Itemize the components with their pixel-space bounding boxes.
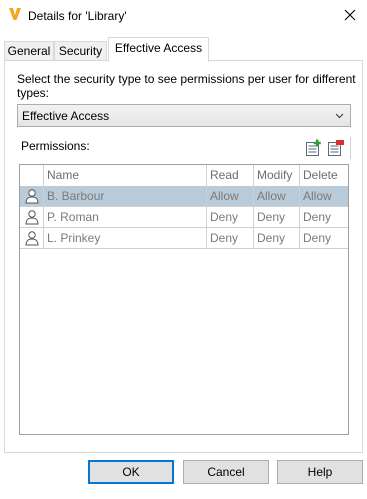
table-header: Name Read Modify Delete xyxy=(20,165,348,186)
tab-label: Security xyxy=(58,44,103,58)
remove-permission-icon[interactable] xyxy=(327,139,345,157)
delete-permission: Deny xyxy=(303,231,332,245)
modify-permission: Allow xyxy=(254,186,300,207)
row-icon-cell xyxy=(20,186,44,207)
table-row[interactable]: P. Roman Deny Deny Deny xyxy=(20,207,348,228)
column-header-read[interactable]: Read xyxy=(207,165,254,186)
user-icon xyxy=(25,189,39,204)
window-title: Details for 'Library' xyxy=(28,9,127,23)
close-icon xyxy=(344,9,356,21)
permissions-table: Name Read Modify Delete B. Barbour Allow… xyxy=(19,164,349,435)
user-icon xyxy=(25,210,39,225)
header-icon-column xyxy=(20,165,44,186)
user-name: L. Prinkey xyxy=(44,228,207,249)
tab-security[interactable]: Security xyxy=(54,41,107,62)
security-type-dropdown[interactable]: Effective Access xyxy=(17,104,351,127)
column-header-name[interactable]: Name xyxy=(44,165,207,186)
permissions-label: Permissions: xyxy=(21,139,90,153)
table-row[interactable]: L. Prinkey Deny Deny Deny xyxy=(20,228,348,249)
toolbar-divider xyxy=(350,137,351,159)
vault-v-icon xyxy=(9,8,21,20)
chevron-down-icon xyxy=(335,113,344,119)
help-button[interactable]: Help xyxy=(277,460,363,484)
user-name: P. Roman xyxy=(44,207,207,228)
read-permission: Deny xyxy=(207,228,254,249)
delete-permission: Deny xyxy=(303,210,332,224)
security-type-value: Effective Access xyxy=(22,109,110,123)
add-permission-icon[interactable] xyxy=(305,139,323,157)
modify-permission: Deny xyxy=(254,207,300,228)
tab-general[interactable]: General xyxy=(4,41,54,62)
modify-permission: Deny xyxy=(254,228,300,249)
read-permission: Deny xyxy=(207,207,254,228)
row-icon-cell xyxy=(20,228,44,249)
cancel-button[interactable]: Cancel xyxy=(183,460,269,484)
delete-permission: Allow xyxy=(303,189,332,203)
tab-strip: General Security Effective Access xyxy=(4,37,363,62)
read-permission: Allow xyxy=(207,186,254,207)
user-name: B. Barbour xyxy=(44,186,207,207)
user-icon xyxy=(25,231,39,246)
effective-access-panel: Select the security type to see permissi… xyxy=(4,60,363,453)
column-header-modify[interactable]: Modify xyxy=(254,165,300,186)
title-bar: Details for 'Library' xyxy=(0,0,367,32)
column-header-delete[interactable]: Delete xyxy=(300,165,348,186)
tab-label: General xyxy=(7,44,51,58)
row-icon-cell xyxy=(20,207,44,228)
security-type-prompt: Select the security type to see permissi… xyxy=(17,72,356,100)
table-row[interactable]: B. Barbour Allow Allow Allow xyxy=(20,186,348,207)
ok-button[interactable]: OK xyxy=(88,460,174,484)
close-button[interactable] xyxy=(333,0,367,30)
tab-effective-access[interactable]: Effective Access xyxy=(108,37,209,62)
tab-label: Effective Access xyxy=(114,41,203,55)
